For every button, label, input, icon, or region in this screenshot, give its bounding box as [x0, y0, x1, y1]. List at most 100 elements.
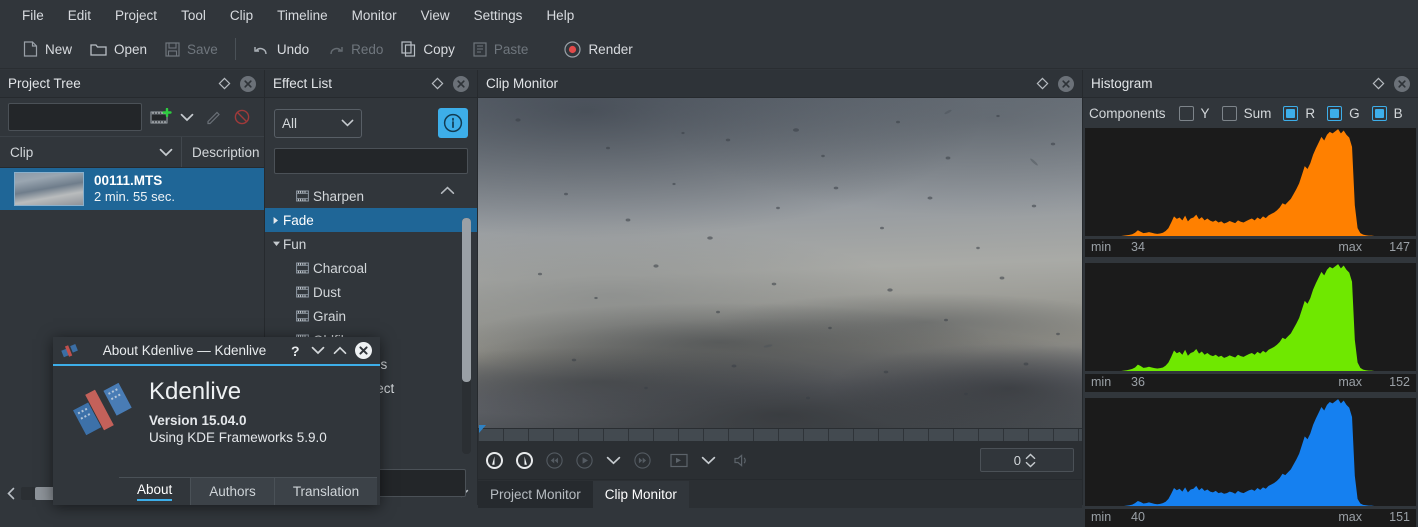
undo-label: Undo — [276, 41, 310, 57]
close-icon[interactable] — [240, 75, 256, 92]
copy-button[interactable]: Copy — [392, 38, 464, 60]
menu-item-timeline[interactable]: Timeline — [265, 4, 340, 27]
collapse-chevron-up-icon[interactable] — [440, 186, 455, 195]
float-panel-icon[interactable] — [1372, 77, 1385, 90]
checkbox-r-label: R — [1305, 105, 1316, 121]
undo-button[interactable]: Undo — [244, 39, 318, 60]
folder-open-icon — [90, 42, 107, 57]
tab-clip-monitor[interactable]: Clip Monitor — [592, 481, 689, 508]
effect-item-grain[interactable]: Grain — [265, 304, 477, 328]
paste-button[interactable]: Paste — [464, 38, 538, 60]
video-preview[interactable] — [478, 98, 1082, 428]
chevron-up-icon[interactable] — [333, 346, 347, 355]
checkbox-g[interactable] — [1327, 105, 1343, 121]
menu-item-clip[interactable]: Clip — [218, 4, 265, 27]
menu-item-view[interactable]: View — [409, 4, 462, 27]
effect-item-charcoal[interactable]: Charcoal — [265, 256, 477, 280]
menu-item-file[interactable]: File — [10, 4, 56, 27]
menu-item-edit[interactable]: Edit — [56, 4, 103, 27]
grab-frame-icon[interactable] — [670, 453, 688, 468]
tab-authors-label: Authors — [209, 484, 256, 499]
menu-item-settings[interactable]: Settings — [462, 4, 535, 27]
effect-search-input[interactable] — [274, 148, 468, 174]
float-panel-icon[interactable] — [1036, 77, 1049, 90]
menu-item-monitor[interactable]: Monitor — [340, 4, 409, 27]
save-button[interactable]: Save — [156, 39, 227, 60]
delete-forbidden-icon[interactable] — [234, 109, 250, 125]
render-button[interactable]: Render — [555, 38, 641, 61]
playhead-marker[interactable] — [479, 425, 486, 433]
redo-label: Redo — [351, 41, 384, 57]
clip-monitor-panel: Clip Monitor 0 Project Monitor Clip Moni… — [478, 70, 1083, 508]
redo-button[interactable]: Redo — [318, 39, 392, 60]
close-icon[interactable] — [1058, 75, 1074, 92]
tab-project-monitor[interactable]: Project Monitor — [478, 481, 593, 508]
sort-chevron-down-icon[interactable] — [159, 148, 173, 157]
grab-frame-chevron-icon[interactable] — [701, 456, 716, 465]
effect-category-fade[interactable]: Fade — [265, 208, 477, 232]
rewind-icon[interactable] — [546, 451, 563, 469]
tab-about[interactable]: About — [119, 477, 191, 505]
float-panel-icon[interactable] — [218, 77, 231, 90]
effect-list-scrollbar-track[interactable] — [462, 218, 471, 454]
checkbox-g-label: G — [1349, 105, 1360, 121]
checkbox-sum-label: Sum — [1243, 105, 1272, 121]
checkbox-b[interactable] — [1371, 105, 1387, 121]
chevron-down-icon[interactable] — [311, 346, 325, 355]
monitor-timeline-ruler[interactable] — [478, 425, 1082, 441]
min-value-green: 36 — [1131, 375, 1145, 389]
timecode-spinner[interactable] — [1025, 453, 1069, 468]
float-panel-icon[interactable] — [431, 77, 444, 90]
effect-list-scrollbar-thumb[interactable] — [462, 218, 471, 382]
edit-pencil-icon[interactable] — [206, 109, 222, 125]
expand-triangle-icon[interactable] — [269, 216, 283, 225]
close-icon[interactable] — [1394, 75, 1410, 92]
scroll-left-icon[interactable] — [6, 487, 17, 500]
open-button[interactable]: Open — [81, 39, 156, 60]
main-toolbar: New Open Save Undo Redo Copy Paste Rende… — [0, 30, 1418, 69]
menu-item-help[interactable]: Help — [534, 4, 586, 27]
copy-icon — [401, 41, 416, 57]
effect-category-select[interactable]: All — [274, 108, 362, 138]
histogram-titlebar: Histogram — [1083, 70, 1418, 98]
histogram-components-row: Components Y Sum R G B — [1083, 98, 1418, 128]
timecode-field[interactable]: 0 — [980, 448, 1074, 472]
help-question-icon[interactable]: ? — [290, 343, 303, 359]
collapse-triangle-icon[interactable] — [269, 240, 283, 248]
effect-category-fun[interactable]: Fun — [265, 232, 477, 256]
checkbox-r[interactable] — [1283, 105, 1299, 121]
close-icon[interactable] — [355, 342, 372, 359]
tab-translation[interactable]: Translation — [273, 477, 378, 505]
effect-item-dust[interactable]: Dust — [265, 280, 477, 304]
about-dialog: About Kdenlive — Kdenlive ? Kdenlive Ver… — [53, 337, 380, 505]
add-clip-icon[interactable] — [150, 108, 172, 126]
close-icon[interactable] — [453, 75, 469, 92]
max-value-green: 152 — [1389, 375, 1410, 389]
fast-forward-icon[interactable] — [634, 451, 651, 469]
checkbox-sum[interactable] — [1221, 105, 1237, 121]
about-app-name: Kdenlive — [149, 378, 242, 405]
effect-item-label: Fade — [283, 212, 314, 228]
project-tree-search-input[interactable] — [8, 103, 142, 131]
effect-filmstrip-icon — [291, 286, 313, 298]
new-label: New — [45, 41, 73, 57]
clip-thumbnail — [14, 172, 84, 206]
column-header-description[interactable]: Description — [182, 145, 260, 160]
volume-icon[interactable] — [733, 453, 750, 468]
menu-item-tool[interactable]: Tool — [169, 4, 218, 27]
tab-authors[interactable]: Authors — [190, 477, 274, 505]
chevron-down-icon[interactable] — [180, 113, 194, 122]
clip-monitor-title: Clip Monitor — [486, 76, 559, 91]
menu-item-project[interactable]: Project — [103, 4, 169, 27]
play-icon[interactable] — [576, 451, 593, 469]
set-zone-out-icon[interactable] — [516, 451, 533, 469]
effect-item-label: Grain — [313, 308, 347, 324]
effect-info-button[interactable] — [438, 108, 468, 138]
column-header-clip-label: Clip — [10, 144, 34, 160]
column-header-clip[interactable]: Clip — [0, 137, 182, 167]
set-zone-in-icon[interactable] — [486, 451, 503, 469]
play-options-chevron-icon[interactable] — [606, 456, 621, 465]
checkbox-y[interactable] — [1178, 105, 1194, 121]
table-row[interactable]: 00111.MTS 2 min. 55 sec. — [0, 168, 264, 210]
new-button[interactable]: New — [14, 38, 81, 60]
